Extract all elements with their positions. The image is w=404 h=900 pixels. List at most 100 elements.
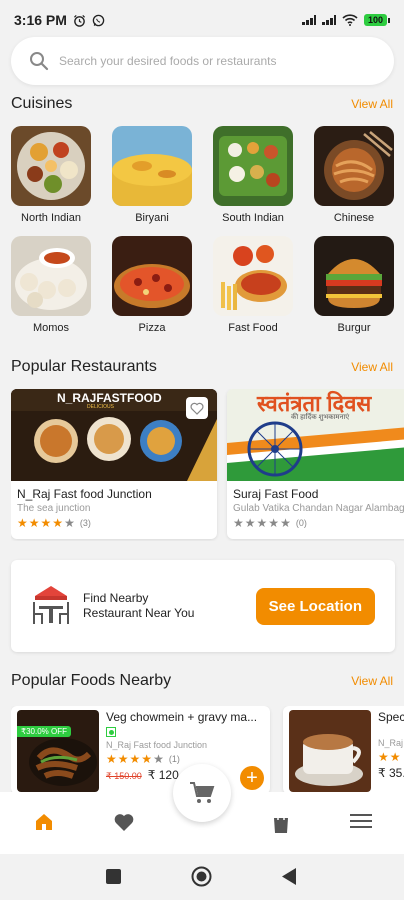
- rating-stars: ★ ★ ★ ★ ★ (1): [106, 752, 264, 766]
- food-image: ₹30.0% OFF: [17, 710, 99, 792]
- nav-orders[interactable]: [271, 812, 291, 839]
- chinese-image: [314, 126, 394, 206]
- star-icon: ★: [244, 516, 256, 530]
- see-location-button[interactable]: See Location: [255, 587, 375, 625]
- recent-apps-button[interactable]: [106, 869, 121, 889]
- star-icon: ★: [28, 516, 40, 530]
- discount-badge: ₹30.0% OFF: [17, 726, 71, 737]
- cuisine-biryani[interactable]: Biryani: [112, 126, 192, 224]
- nav-favorites[interactable]: [113, 812, 135, 837]
- star-icon: ★: [106, 752, 117, 766]
- cuisines-view-all[interactable]: View All: [351, 97, 393, 111]
- popular-restaurants-title: Popular Restaurants: [11, 358, 157, 375]
- favorite-button[interactable]: [186, 397, 208, 419]
- star-icon: ★: [17, 516, 28, 530]
- restaurant-address: Gulab Vatika Chandan Nagar Alambag: [233, 503, 404, 514]
- home-icon: [36, 814, 52, 830]
- cuisine-grid: North Indian Biryani South Indian Chines…: [11, 126, 395, 334]
- star-icon: ★: [280, 516, 291, 530]
- star-icon: ★: [117, 752, 129, 766]
- food-restaurant: N_Raj Fast food Junction: [106, 740, 208, 750]
- search-bar[interactable]: [11, 37, 394, 85]
- status-time: 3:16 PM: [14, 12, 67, 28]
- star-icon: ★: [378, 750, 389, 764]
- system-navigation-bar: [0, 854, 404, 900]
- review-count: (3): [79, 518, 91, 528]
- burgur-image: [314, 236, 394, 316]
- rating-stars: ★ ★: [378, 750, 404, 764]
- nav-home[interactable]: [34, 812, 54, 837]
- review-count: (1): [168, 754, 180, 764]
- food-restaurant: N_Raj: [378, 738, 404, 748]
- cuisine-label: Momos: [32, 322, 70, 334]
- restaurant-card[interactable]: स्वतंत्रता दिवस की हार्दिक शुभकामनाएं Su…: [227, 389, 404, 539]
- restaurant-name: Suraj Fast Food: [233, 487, 319, 501]
- star-icon: ★: [153, 752, 164, 766]
- home-system-button[interactable]: [191, 866, 212, 892]
- star-icon: ★: [64, 516, 75, 530]
- restaurant-address: The sea junction: [17, 503, 91, 514]
- menu-icon: [350, 814, 372, 828]
- rating-stars: ★ ★ ★ ★ ★ (3): [17, 516, 211, 530]
- signal-icon-2: [321, 15, 336, 25]
- cuisine-momos[interactable]: Momos: [11, 236, 91, 334]
- cuisine-south-indian[interactable]: South Indian: [213, 126, 293, 224]
- biryani-image: [112, 126, 192, 206]
- banner-subtitle: DELICIOUS: [87, 404, 114, 410]
- star-icon: ★: [141, 752, 153, 766]
- star-icon: ★: [40, 516, 52, 530]
- rating-stars: ★ ★ ★ ★ ★ (0): [233, 516, 404, 530]
- star-icon: ★: [52, 516, 64, 530]
- cuisine-north-indian[interactable]: North Indian: [11, 126, 91, 224]
- battery-level: 100: [363, 14, 387, 26]
- cuisine-burgur[interactable]: Burgur: [314, 236, 394, 334]
- star-icon: ★: [233, 516, 244, 530]
- cuisine-label: Pizza: [138, 322, 166, 334]
- alarm-icon: [73, 14, 85, 27]
- search-icon: [30, 52, 49, 71]
- popular-restaurants-view-all[interactable]: View All: [351, 360, 393, 374]
- add-to-cart-button[interactable]: +: [240, 766, 264, 790]
- pizza-image: [112, 236, 192, 316]
- new-price: ₹ 35.0: [378, 766, 404, 780]
- heart-icon: [114, 814, 134, 831]
- search-input[interactable]: [59, 54, 394, 68]
- south-indian-image: [213, 126, 293, 206]
- momos-image: [11, 236, 91, 316]
- cuisine-label: North Indian: [21, 212, 81, 224]
- square-icon: [106, 869, 121, 884]
- cart-button[interactable]: [173, 764, 231, 822]
- status-bar: 3:16 PM 100: [0, 0, 404, 40]
- fast-food-image: [213, 236, 293, 316]
- new-price: ₹ 120: [147, 768, 179, 782]
- cuisine-pizza[interactable]: Pizza: [112, 236, 192, 334]
- cuisine-fast-food[interactable]: Fast Food: [213, 236, 293, 334]
- cuisine-chinese[interactable]: Chinese: [314, 126, 394, 224]
- cuisines-title: Cuisines: [11, 95, 73, 112]
- banner-subtitle: की हार्दिक शुभकामनाएं: [291, 414, 350, 421]
- wifi-icon: [342, 14, 358, 26]
- bag-icon: [274, 813, 288, 833]
- star-icon: ★: [389, 750, 401, 764]
- find-nearby-line1: Find Nearby: [83, 591, 149, 605]
- restaurant-banner: स्वतंत्रता दिवस की हार्दिक शुभकामनाएं: [227, 389, 404, 481]
- nav-menu[interactable]: [350, 812, 372, 835]
- banner-title: N_RAJFASTFOOD: [57, 391, 162, 405]
- back-triangle-icon: [282, 868, 296, 885]
- star-icon: ★: [268, 516, 280, 530]
- food-card[interactable]: Speci N_Raj ★★ ₹ 35.0: [283, 706, 404, 794]
- back-button[interactable]: [282, 868, 296, 890]
- cuisine-label: Chinese: [333, 212, 375, 224]
- cart-icon: [190, 782, 215, 803]
- find-nearby-line2: Restaurant Near You: [83, 606, 195, 620]
- restaurant-card[interactable]: N_RAJFASTFOOD DELICIOUS N_Raj Fast food …: [11, 389, 217, 539]
- food-name: Veg chowmein + gravy ma...: [106, 710, 258, 724]
- find-nearby-card: Find Nearby Restaurant Near You See Loca…: [11, 560, 395, 652]
- restaurant-carousel[interactable]: N_RAJFASTFOOD DELICIOUS N_Raj Fast food …: [11, 389, 404, 541]
- signal-icon: [301, 15, 316, 25]
- whatsapp-icon: [92, 14, 105, 26]
- popular-foods-view-all[interactable]: View All: [351, 674, 393, 688]
- food-card[interactable]: ₹30.0% OFF Veg chowmein + gravy ma... N_…: [11, 706, 270, 794]
- cuisine-label: Biryani: [135, 212, 169, 224]
- north-indian-image: [11, 126, 91, 206]
